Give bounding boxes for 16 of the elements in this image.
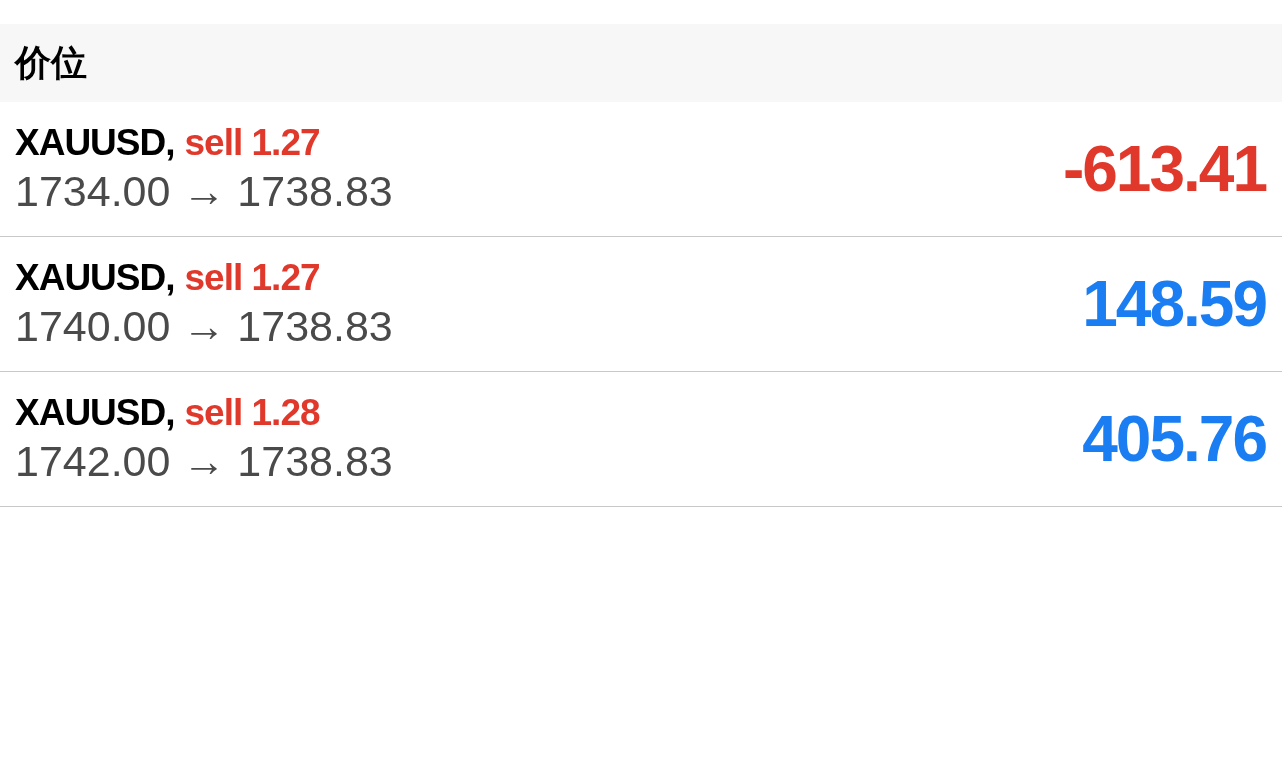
order-label: sell 1.27 [184,256,320,300]
symbol-label: XAUUSD, [15,121,175,165]
profit-value: 148.59 [1082,268,1266,340]
profit-value: -613.41 [1062,133,1266,205]
symbol-label: XAUUSD, [15,256,175,300]
order-label: sell 1.28 [184,391,320,435]
symbol-label: XAUUSD, [15,391,175,435]
price-change: 1740.00 → 1738.83 [15,301,393,352]
price-change: 1734.00 → 1738.83 [15,166,393,217]
section-title: 价位 [15,41,87,85]
profit-value: 405.76 [1082,403,1266,475]
position-row[interactable]: XAUUSD, sell 1.27 1740.00 → 1738.83 148.59 [0,237,1282,372]
position-row[interactable]: XAUUSD, sell 1.28 1742.00 → 1738.83 405.76 [0,372,1282,507]
order-label: sell 1.27 [184,121,320,165]
position-row[interactable]: XAUUSD, sell 1.27 1734.00 → 1738.83 -613.41 [0,102,1282,237]
price-change: 1742.00 → 1738.83 [15,436,393,487]
